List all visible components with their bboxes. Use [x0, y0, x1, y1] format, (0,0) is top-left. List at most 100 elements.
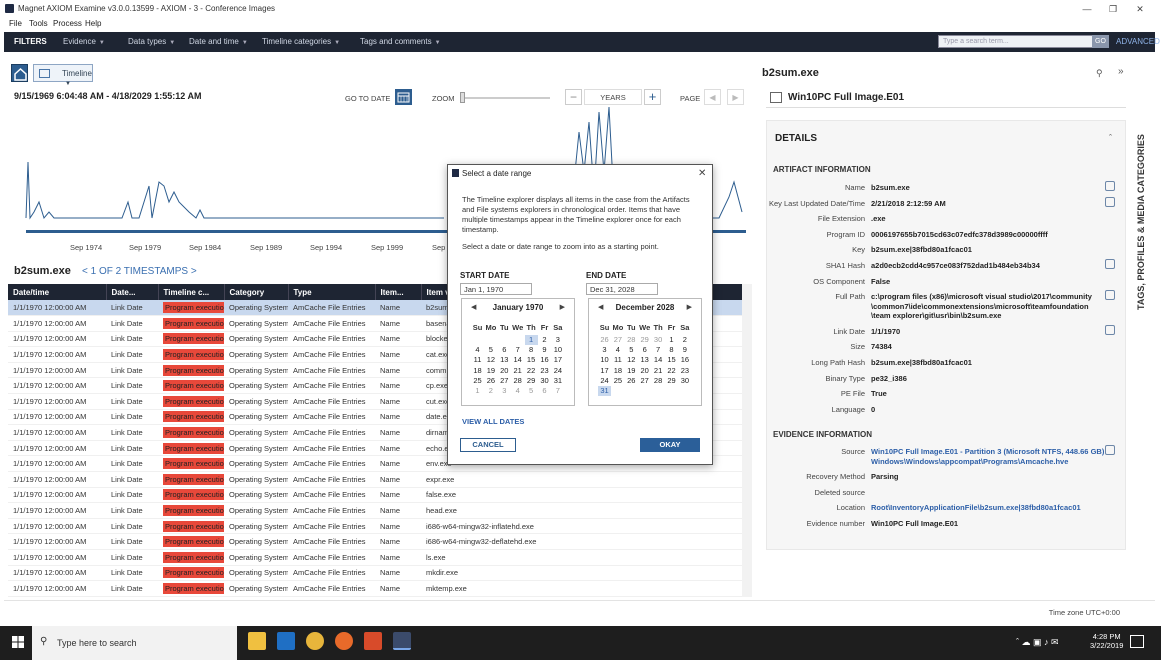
notifications-icon[interactable]: [1130, 635, 1144, 648]
calendar-day[interactable]: 22: [665, 366, 678, 376]
calendar-day[interactable]: 6: [498, 345, 511, 355]
menu-process[interactable]: Process: [53, 19, 82, 28]
calendar-day[interactable]: 11: [611, 355, 624, 365]
calendar-day[interactable]: 19: [625, 366, 638, 376]
filter-data-types[interactable]: Data types ▼: [128, 37, 175, 46]
timestamps-nav[interactable]: < 1 OF 2 TIMESTAMPS >: [82, 266, 197, 277]
calendar-day[interactable]: 25: [471, 376, 484, 386]
calendar-day[interactable]: 18: [471, 366, 484, 376]
calendar-day[interactable]: 27: [611, 335, 624, 345]
table-row[interactable]: 1/1/1970 12:00:00 AM Link Date Program exe…: [8, 471, 742, 488]
calendar-day[interactable]: 9: [538, 345, 551, 355]
calendar-day[interactable]: 5: [484, 345, 497, 355]
calendar-day[interactable]: 7: [511, 345, 524, 355]
related-items-icon[interactable]: [1105, 324, 1115, 335]
calendar-day[interactable]: 29: [665, 376, 678, 386]
calendar-day[interactable]: 28: [511, 376, 524, 386]
table-scrollbar[interactable]: [742, 284, 752, 597]
calendar-day[interactable]: 31: [551, 376, 564, 386]
calendar-day[interactable]: 30: [538, 376, 551, 386]
next-month-icon[interactable]: ▶: [560, 303, 565, 311]
calendar-day[interactable]: 3: [598, 345, 611, 355]
related-items-icon[interactable]: [1105, 290, 1115, 301]
calendar-day[interactable]: 25: [611, 376, 624, 386]
calendar-day[interactable]: 17: [551, 355, 564, 365]
calendar-day[interactable]: 24: [551, 366, 564, 376]
calendar-day[interactable]: 17: [598, 366, 611, 376]
calendar-day[interactable]: 5: [525, 386, 538, 396]
calendar-day[interactable]: 30: [652, 335, 665, 345]
app-icon[interactable]: [364, 632, 382, 650]
related-items-icon[interactable]: [1105, 445, 1115, 455]
calendar-day[interactable]: 16: [678, 355, 691, 365]
outlook-icon[interactable]: [277, 632, 295, 650]
close-window-button[interactable]: ✕: [1133, 2, 1147, 16]
column-header[interactable]: Date/time: [8, 284, 107, 300]
calendar-day[interactable]: 11: [471, 355, 484, 365]
calendar-day[interactable]: 1: [524, 335, 538, 345]
calendar-day[interactable]: 2: [484, 386, 497, 396]
calendar-day[interactable]: 20: [498, 366, 511, 376]
minimize-button[interactable]: —: [1080, 2, 1094, 16]
calendar-day[interactable]: 10: [598, 355, 611, 365]
calendar-day[interactable]: 9: [678, 345, 691, 355]
filter-timeline-categories[interactable]: Timeline categories ▼: [262, 37, 340, 46]
taskbar-search[interactable]: ⚲ Type here to search: [32, 626, 237, 660]
calendar-day[interactable]: 7: [652, 345, 665, 355]
detail-value[interactable]: Windows\Windows\appcompat\Programs\Amcac…: [871, 457, 1068, 466]
related-items-icon[interactable]: [1105, 196, 1115, 207]
calendar-day[interactable]: [484, 335, 497, 345]
timeline-view-button[interactable]: Timeline ▼: [33, 64, 93, 87]
calendar-day[interactable]: 4: [471, 345, 484, 355]
column-header[interactable]: Date...: [106, 284, 159, 300]
search-icon[interactable]: ⚲: [1096, 68, 1103, 79]
calendar-day[interactable]: 28: [625, 335, 638, 345]
calendar-day[interactable]: 1: [471, 386, 484, 396]
page-prev-button[interactable]: ◀: [704, 89, 721, 105]
calendar-day[interactable]: 13: [638, 355, 651, 365]
side-tab[interactable]: TAGS, PROFILES & MEDIA CATEGORIES: [1134, 60, 1156, 597]
calendar-day[interactable]: [511, 335, 524, 345]
axiom-examine-icon[interactable]: [393, 632, 411, 650]
calendar-day[interactable]: 26: [484, 376, 497, 386]
calendar-day[interactable]: 6: [638, 345, 651, 355]
calendar-day[interactable]: 20: [638, 366, 651, 376]
menu-tools[interactable]: Tools: [29, 19, 48, 28]
end-date-input[interactable]: Dec 31, 2028: [586, 283, 658, 295]
calendar-day[interactable]: 24: [598, 376, 611, 386]
calendar-day[interactable]: [498, 335, 511, 345]
windows-start-icon[interactable]: [12, 636, 24, 648]
related-items-icon[interactable]: [1105, 181, 1115, 191]
table-row[interactable]: 1/1/1970 12:00:00 AM Link Date Program exe…: [8, 487, 742, 504]
calendar-day[interactable]: 31: [598, 386, 611, 396]
system-tray-icons[interactable]: ˆ ☁ ▣ ♪ ✉: [1016, 637, 1059, 648]
view-all-dates-link[interactable]: VIEW ALL DATES: [462, 417, 524, 426]
menu-help[interactable]: Help: [85, 19, 101, 28]
calendar-day[interactable]: 1: [665, 335, 678, 345]
calendar-day[interactable]: 21: [652, 366, 665, 376]
detail-value[interactable]: Root\InventoryApplicationFile\b2sum.exe|…: [871, 503, 1081, 512]
dialog-close-button[interactable]: ✕: [698, 168, 706, 179]
end-calendar[interactable]: ◀ December 2028 ▶ Su Mo Tu We Th Fr Sa 26 27 28 29…: [588, 298, 702, 406]
calendar-day[interactable]: 6: [538, 386, 551, 396]
firefox-icon[interactable]: [335, 632, 353, 650]
calendar-day[interactable]: 2: [678, 335, 691, 345]
calendar-day[interactable]: 30: [678, 376, 691, 386]
calendar-day[interactable]: 14: [652, 355, 665, 365]
calendar-day[interactable]: 8: [665, 345, 678, 355]
calendar-day[interactable]: 29: [638, 335, 651, 345]
maximize-button[interactable]: ❐: [1106, 2, 1120, 16]
table-row[interactable]: 1/1/1970 12:00:00 AM Link Date Program exe…: [8, 565, 742, 582]
table-row[interactable]: 1/1/1970 12:00:00 AM Link Date Program exe…: [8, 533, 742, 550]
clock[interactable]: 4:28 PM 3/22/2019: [1090, 632, 1123, 650]
calendar-day[interactable]: 19: [484, 366, 497, 376]
home-icon[interactable]: [11, 64, 28, 82]
menu-file[interactable]: File: [9, 19, 22, 28]
advanced-link[interactable]: ADVANCED: [1116, 37, 1160, 46]
page-next-button[interactable]: ▶: [727, 89, 744, 105]
collapse-up-icon[interactable]: ˆ: [1109, 133, 1112, 143]
calendar-day[interactable]: 27: [638, 376, 651, 386]
column-header[interactable]: Item...: [375, 284, 422, 300]
cancel-button[interactable]: CANCEL: [460, 438, 516, 452]
calendar-day[interactable]: 15: [665, 355, 678, 365]
